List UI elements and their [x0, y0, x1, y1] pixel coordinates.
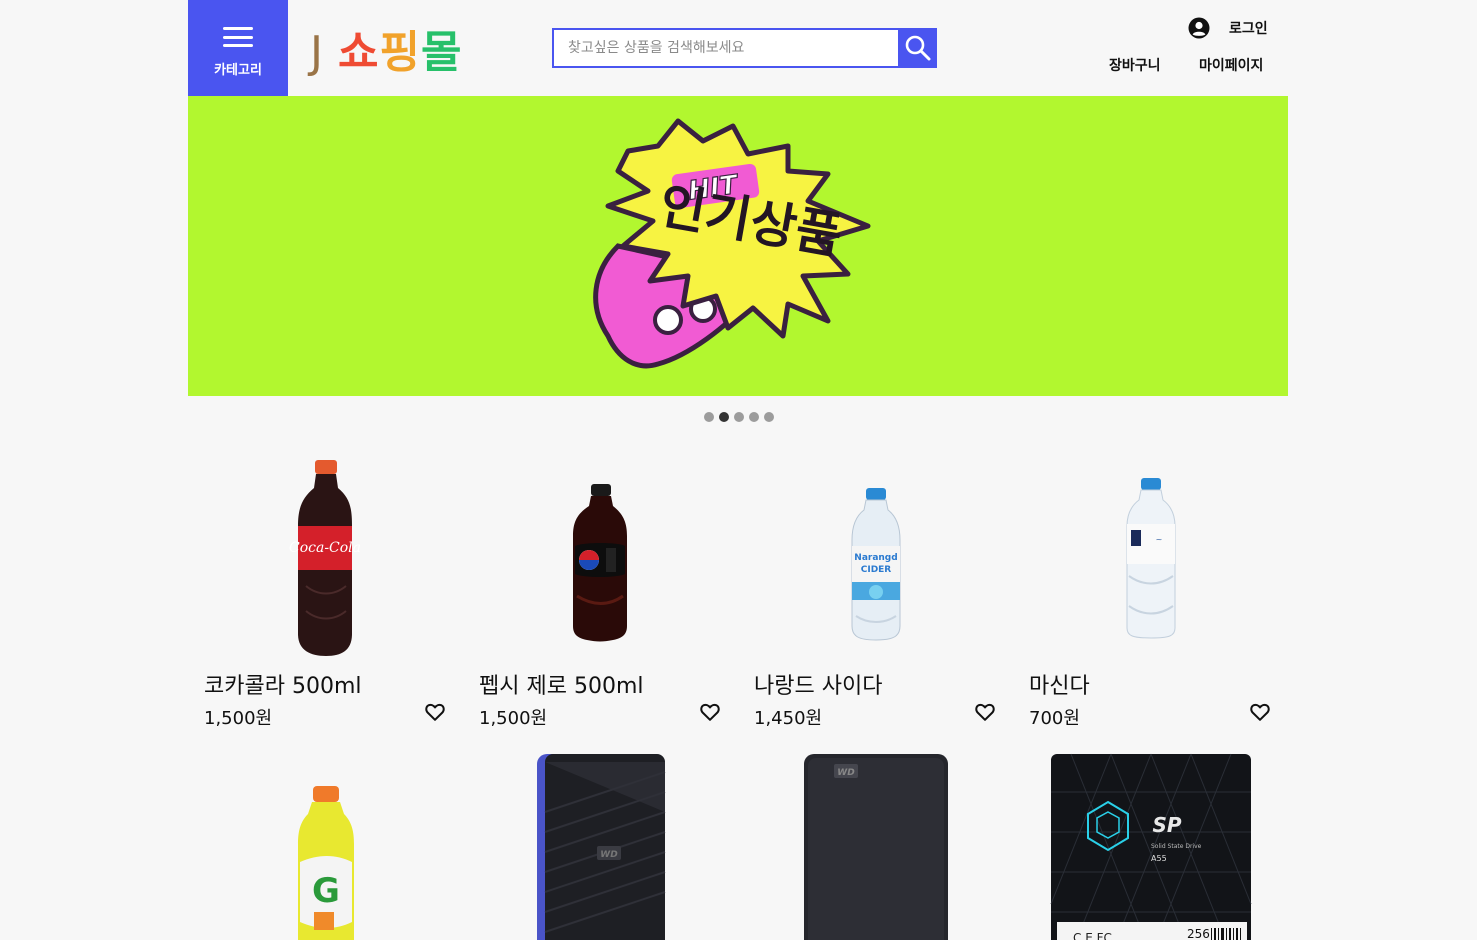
- product-price: 1,500원: [479, 708, 548, 729]
- heart-icon[interactable]: [424, 701, 446, 723]
- logo-char-3: 몰: [420, 27, 463, 78]
- product-name: 나랑드 사이다: [754, 674, 883, 699]
- carousel-dot[interactable]: [749, 412, 759, 422]
- carousel-dot[interactable]: [704, 412, 714, 422]
- hit-popular-badge: HIT 인기상품: [593, 118, 871, 369]
- wd-elements-hdd-black-image: WD: [804, 754, 948, 940]
- product-card[interactable]: G: [188, 752, 448, 940]
- svg-text:G: G: [312, 871, 340, 911]
- svg-text:CIDER: CIDER: [861, 565, 892, 575]
- narangd-cider-bottle-image: Narangd CIDER: [851, 488, 901, 641]
- user-icon: [1188, 17, 1210, 39]
- search-bar: [552, 28, 937, 68]
- ssd-model-text: A55: [1151, 854, 1167, 863]
- coca-cola-bottle-image: Coca-Cola: [289, 460, 361, 656]
- hero-banner[interactable]: HIT 인기상품: [188, 96, 1288, 396]
- product-card[interactable]: WD: [463, 752, 723, 940]
- sp-a55-ssd-image: SP Solid State Drive A55 C E FC 256: [1050, 753, 1252, 940]
- search-button[interactable]: [899, 28, 937, 68]
- carousel-dots: [704, 412, 774, 422]
- category-button[interactable]: 카테고리: [188, 0, 288, 96]
- heart-icon[interactable]: [974, 701, 996, 723]
- pepsi-zero-bottle-image: [573, 484, 627, 642]
- gatorade-bottle-image: G: [298, 786, 354, 940]
- category-label: 카테고리: [214, 63, 262, 78]
- hamburger-icon: [223, 27, 253, 47]
- wd-external-hdd-blue-image: WD: [537, 754, 666, 940]
- svg-text:C E FC: C E FC: [1073, 931, 1112, 940]
- product-card[interactable]: SP Solid State Drive A55 C E FC 256: [1013, 752, 1273, 940]
- carousel-dot-active[interactable]: [719, 412, 729, 422]
- svg-text:WD: WD: [600, 850, 618, 860]
- svg-text:WD: WD: [837, 768, 855, 778]
- carousel-dot[interactable]: [764, 412, 774, 422]
- svg-text:Narangd: Narangd: [854, 553, 897, 563]
- svg-text:Coca-Cola: Coca-Cola: [289, 540, 361, 556]
- search-icon: [905, 35, 931, 61]
- product-price: 1,500원: [204, 708, 273, 729]
- ssd-brand-text: SP: [1152, 813, 1181, 837]
- product-price: 700원: [1029, 708, 1080, 729]
- product-price: 1,450원: [754, 708, 823, 729]
- logo-j: J: [310, 27, 324, 78]
- site-logo[interactable]: J 쇼핑몰: [310, 16, 462, 80]
- logo-char-1: 쇼: [337, 27, 380, 78]
- product-name: 코카콜라 500ml: [204, 674, 362, 699]
- page: 카테고리 J쇼핑몰 로그인 장바구니 마이페이지: [188, 0, 1288, 940]
- water-bottle-image: ~: [1126, 478, 1176, 639]
- ssd-line1-text: Solid State Drive: [1151, 843, 1202, 850]
- search-input[interactable]: [552, 28, 900, 68]
- login-link[interactable]: 로그인: [1188, 14, 1268, 42]
- product-card[interactable]: WD: [738, 752, 998, 940]
- product-name: 마신다: [1029, 674, 1090, 699]
- heart-icon[interactable]: [1249, 701, 1271, 723]
- ssd-capacity-text: 256: [1187, 927, 1210, 940]
- carousel-dot[interactable]: [734, 412, 744, 422]
- mypage-link[interactable]: 마이페이지: [1199, 55, 1263, 75]
- logo-char-2: 핑: [379, 27, 421, 78]
- svg-text:~: ~: [1156, 535, 1163, 544]
- login-label: 로그인: [1229, 21, 1268, 37]
- heart-icon[interactable]: [699, 701, 721, 723]
- product-name: 펩시 제로 500ml: [479, 674, 644, 699]
- cart-link[interactable]: 장바구니: [1109, 55, 1161, 75]
